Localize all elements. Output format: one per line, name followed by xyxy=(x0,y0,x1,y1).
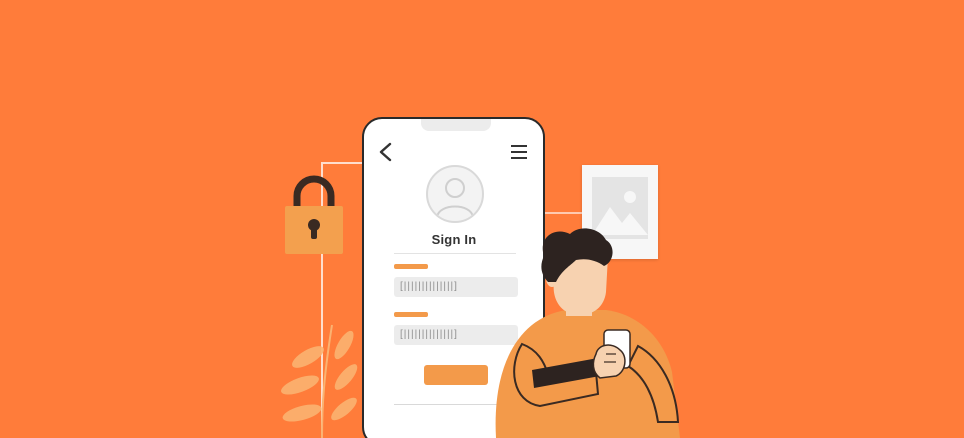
user-avatar-icon xyxy=(426,165,484,223)
password-field-value: [||||||||||||||] xyxy=(400,329,458,340)
username-field-value: [||||||||||||||] xyxy=(400,281,458,292)
person-illustration xyxy=(495,228,680,438)
chevron-left-icon[interactable] xyxy=(376,141,396,163)
hamburger-menu-icon[interactable] xyxy=(510,143,528,161)
sign-in-button[interactable] xyxy=(424,365,488,385)
field-label-marker xyxy=(394,312,428,317)
padlock-icon xyxy=(285,175,343,254)
leaves-decoration xyxy=(281,324,358,438)
field-label-marker xyxy=(394,264,428,269)
login-illustration: Sign In [||||||||||||||] [||||||||||||||… xyxy=(0,0,964,438)
phone-notch xyxy=(421,119,491,131)
